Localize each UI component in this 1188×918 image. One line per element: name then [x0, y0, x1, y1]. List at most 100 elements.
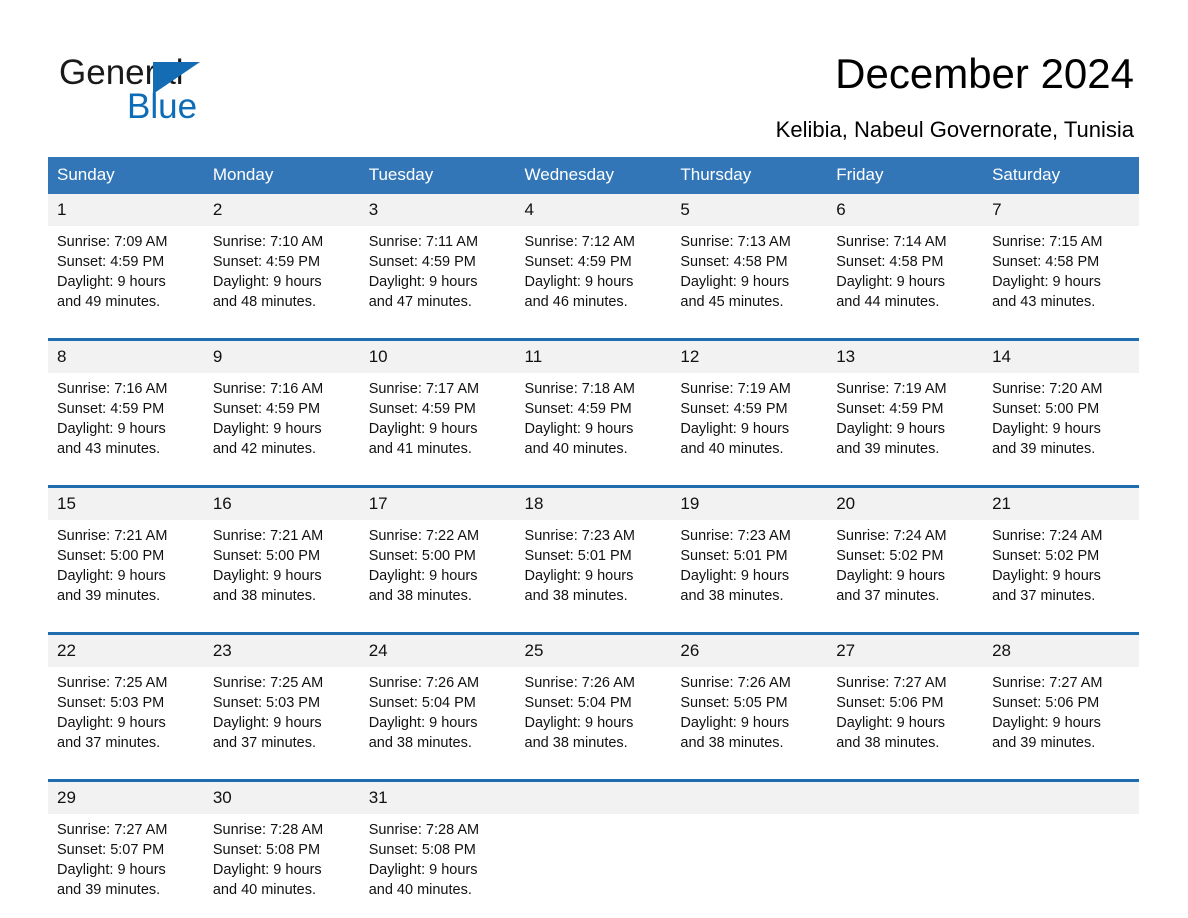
day-number[interactable]: 29: [48, 782, 204, 814]
day-number[interactable]: 30: [203, 782, 360, 814]
sunrise-sunset-calendar: Sunday Monday Tuesday Wednesday Thursday…: [48, 157, 1139, 904]
day-details: Sunrise: 7:14 AM Sunset: 4:58 PM Dayligh…: [827, 226, 984, 316]
day-number-empty: [515, 782, 672, 814]
day-number[interactable]: 22: [48, 635, 204, 667]
day-details: Sunrise: 7:15 AM Sunset: 4:58 PM Dayligh…: [983, 226, 1139, 316]
day-number[interactable]: 20: [827, 488, 984, 520]
calendar-body: 1 2 3 4 5 6 7 Sunrise: 7:09 AM Sunset: 4…: [48, 194, 1139, 904]
day-details: Sunrise: 7:28 AM Sunset: 5:08 PM Dayligh…: [203, 814, 360, 904]
day-details: Sunrise: 7:26 AM Sunset: 5:04 PM Dayligh…: [359, 667, 516, 757]
calendar-page: General Blue December 2024 Kelibia, Nabe…: [0, 0, 1188, 918]
day-number[interactable]: 4: [515, 194, 672, 226]
day-details: Sunrise: 7:16 AM Sunset: 4:59 PM Dayligh…: [48, 373, 204, 463]
day-number[interactable]: 1: [48, 194, 204, 226]
weekday-header-saturday: Saturday: [983, 157, 1139, 194]
logo-text-blue: Blue: [127, 87, 198, 126]
day-details-empty: [983, 814, 1139, 904]
day-details: Sunrise: 7:24 AM Sunset: 5:02 PM Dayligh…: [983, 520, 1139, 610]
day-details: Sunrise: 7:24 AM Sunset: 5:02 PM Dayligh…: [827, 520, 984, 610]
day-details-empty: [671, 814, 828, 904]
day-number[interactable]: 27: [827, 635, 984, 667]
day-details: Sunrise: 7:18 AM Sunset: 4:59 PM Dayligh…: [515, 373, 672, 463]
page-subtitle: Kelibia, Nabeul Governorate, Tunisia: [775, 117, 1134, 142]
day-number[interactable]: 24: [359, 635, 516, 667]
day-number[interactable]: 14: [983, 341, 1139, 373]
day-number[interactable]: 11: [515, 341, 672, 373]
row-spacer: [48, 316, 1139, 338]
day-details: Sunrise: 7:10 AM Sunset: 4:59 PM Dayligh…: [203, 226, 360, 316]
day-details: Sunrise: 7:22 AM Sunset: 5:00 PM Dayligh…: [359, 520, 516, 610]
week-daynumbers-row: 29 30 31: [48, 782, 1139, 814]
day-number[interactable]: 3: [359, 194, 516, 226]
day-details: Sunrise: 7:21 AM Sunset: 5:00 PM Dayligh…: [48, 520, 204, 610]
weekday-header-wednesday: Wednesday: [515, 157, 672, 194]
day-number[interactable]: 9: [203, 341, 360, 373]
week-details-row: Sunrise: 7:09 AM Sunset: 4:59 PM Dayligh…: [48, 226, 1139, 316]
day-number[interactable]: 31: [359, 782, 516, 814]
day-details: Sunrise: 7:27 AM Sunset: 5:07 PM Dayligh…: [48, 814, 204, 904]
day-details: Sunrise: 7:26 AM Sunset: 5:04 PM Dayligh…: [515, 667, 672, 757]
day-number[interactable]: 5: [671, 194, 828, 226]
day-details: Sunrise: 7:09 AM Sunset: 4:59 PM Dayligh…: [48, 226, 204, 316]
weekday-header-sunday: Sunday: [48, 157, 204, 194]
day-details: Sunrise: 7:19 AM Sunset: 4:59 PM Dayligh…: [671, 373, 828, 463]
day-details: Sunrise: 7:19 AM Sunset: 4:59 PM Dayligh…: [827, 373, 984, 463]
day-details: Sunrise: 7:11 AM Sunset: 4:59 PM Dayligh…: [359, 226, 516, 316]
day-number[interactable]: 17: [359, 488, 516, 520]
weekday-header-thursday: Thursday: [671, 157, 828, 194]
week-daynumbers-row: 1 2 3 4 5 6 7: [48, 194, 1139, 226]
day-number[interactable]: 19: [671, 488, 828, 520]
weekday-header-friday: Friday: [827, 157, 984, 194]
day-details: Sunrise: 7:17 AM Sunset: 4:59 PM Dayligh…: [359, 373, 516, 463]
day-number-empty: [671, 782, 828, 814]
day-details: Sunrise: 7:25 AM Sunset: 5:03 PM Dayligh…: [48, 667, 204, 757]
week-daynumbers-row: 8 9 10 11 12 13 14: [48, 341, 1139, 373]
weekday-header-monday: Monday: [203, 157, 360, 194]
day-details: Sunrise: 7:27 AM Sunset: 5:06 PM Dayligh…: [827, 667, 984, 757]
day-number[interactable]: 18: [515, 488, 672, 520]
week-daynumbers-row: 15 16 17 18 19 20 21: [48, 488, 1139, 520]
day-number[interactable]: 28: [983, 635, 1139, 667]
row-spacer: [48, 757, 1139, 779]
general-blue-logo: General Blue: [59, 54, 319, 126]
day-number[interactable]: 6: [827, 194, 984, 226]
day-details: Sunrise: 7:20 AM Sunset: 5:00 PM Dayligh…: [983, 373, 1139, 463]
day-details: Sunrise: 7:25 AM Sunset: 5:03 PM Dayligh…: [203, 667, 360, 757]
day-number[interactable]: 21: [983, 488, 1139, 520]
day-details-empty: [827, 814, 984, 904]
week-details-row: Sunrise: 7:16 AM Sunset: 4:59 PM Dayligh…: [48, 373, 1139, 463]
day-details: Sunrise: 7:23 AM Sunset: 5:01 PM Dayligh…: [671, 520, 828, 610]
day-number[interactable]: 8: [48, 341, 204, 373]
row-spacer: [48, 463, 1139, 485]
weekday-header-tuesday: Tuesday: [359, 157, 516, 194]
week-daynumbers-row: 22 23 24 25 26 27 28: [48, 635, 1139, 667]
day-number-empty: [983, 782, 1139, 814]
page-title: December 2024: [835, 50, 1134, 97]
week-details-row: Sunrise: 7:25 AM Sunset: 5:03 PM Dayligh…: [48, 667, 1139, 757]
day-details: Sunrise: 7:28 AM Sunset: 5:08 PM Dayligh…: [359, 814, 516, 904]
day-number[interactable]: 2: [203, 194, 360, 226]
day-number[interactable]: 13: [827, 341, 984, 373]
day-details: Sunrise: 7:16 AM Sunset: 4:59 PM Dayligh…: [203, 373, 360, 463]
day-number[interactable]: 23: [203, 635, 360, 667]
day-details: Sunrise: 7:21 AM Sunset: 5:00 PM Dayligh…: [203, 520, 360, 610]
day-number[interactable]: 25: [515, 635, 672, 667]
day-number[interactable]: 12: [671, 341, 828, 373]
row-spacer: [48, 610, 1139, 632]
day-details: Sunrise: 7:26 AM Sunset: 5:05 PM Dayligh…: [671, 667, 828, 757]
day-number[interactable]: 10: [359, 341, 516, 373]
day-number[interactable]: 26: [671, 635, 828, 667]
day-number[interactable]: 16: [203, 488, 360, 520]
day-number[interactable]: 15: [48, 488, 204, 520]
day-details: Sunrise: 7:23 AM Sunset: 5:01 PM Dayligh…: [515, 520, 672, 610]
calendar-header-row: Sunday Monday Tuesday Wednesday Thursday…: [48, 157, 1139, 194]
day-number[interactable]: 7: [983, 194, 1139, 226]
week-details-row: Sunrise: 7:27 AM Sunset: 5:07 PM Dayligh…: [48, 814, 1139, 904]
day-details-empty: [515, 814, 672, 904]
page-header: General Blue December 2024 Kelibia, Nabe…: [0, 0, 1188, 155]
week-details-row: Sunrise: 7:21 AM Sunset: 5:00 PM Dayligh…: [48, 520, 1139, 610]
day-details: Sunrise: 7:27 AM Sunset: 5:06 PM Dayligh…: [983, 667, 1139, 757]
day-details: Sunrise: 7:12 AM Sunset: 4:59 PM Dayligh…: [515, 226, 672, 316]
day-number-empty: [827, 782, 984, 814]
day-details: Sunrise: 7:13 AM Sunset: 4:58 PM Dayligh…: [671, 226, 828, 316]
